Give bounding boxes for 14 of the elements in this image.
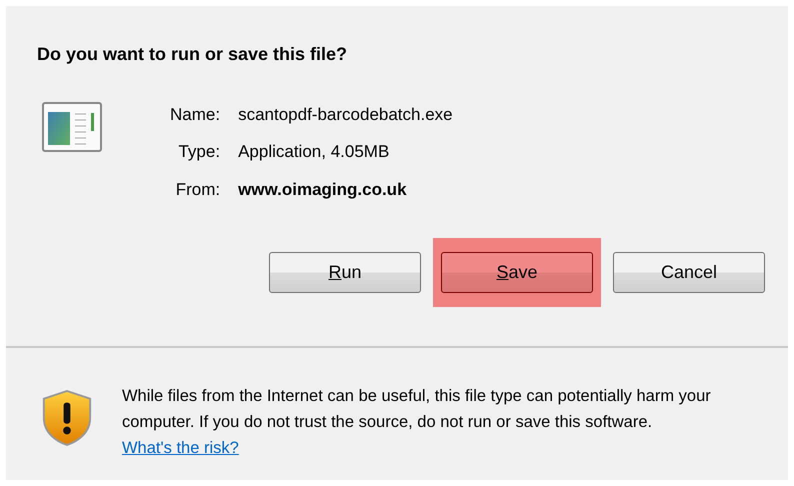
field-value: Application, 4.05MB xyxy=(238,141,390,164)
dialog-button[interactable]: Run xyxy=(269,252,421,294)
dialog-button[interactable]: Cancel xyxy=(613,252,765,294)
risk-link[interactable]: What's the risk? xyxy=(122,439,239,457)
warning-message: While files from the Internet can be useful, this file type can potentially harm your computer. If you do not trust the source, do not run or save this software. What's the risk? xyxy=(122,386,712,459)
field-label: From: xyxy=(174,178,220,201)
field-value: www.oimaging.co.uk xyxy=(238,178,408,201)
warning-shield-icon xyxy=(40,388,94,448)
dialog-title: Do you want to run or save this file? xyxy=(37,44,348,66)
application-window-icon xyxy=(42,102,102,152)
dialog-button[interactable]: Save xyxy=(441,252,593,294)
field-label: Type: xyxy=(177,141,220,164)
field-value: scantopdf-barcodebatch.exe xyxy=(238,104,453,126)
field-label: Name: xyxy=(170,104,220,126)
